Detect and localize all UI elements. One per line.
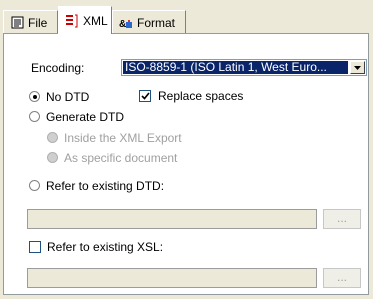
checkmark-icon xyxy=(140,92,150,100)
tab-xml[interactable]: XML xyxy=(58,6,112,34)
chevron-down-icon[interactable] xyxy=(350,61,365,74)
encoding-select[interactable]: ISO-8859-1 (ISO Latin 1, West Euro... xyxy=(121,59,367,76)
as-specific-radio[interactable] xyxy=(47,152,58,163)
generate-dtd-label: Generate DTD xyxy=(46,110,125,124)
inside-export-label: Inside the XML Export xyxy=(64,131,182,145)
refer-dtd-radio[interactable] xyxy=(29,180,40,191)
refer-xsl-label: Refer to existing XSL: xyxy=(47,240,164,254)
xml-settings-panel: Encoding: ISO-8859-1 (ISO Latin 1, West … xyxy=(3,33,369,295)
tab-file[interactable]: File xyxy=(3,10,58,34)
tab-xml-label: XML xyxy=(83,13,108,28)
generate-dtd-radio[interactable] xyxy=(29,111,40,122)
xml-icon xyxy=(65,14,79,28)
no-dtd-radio[interactable] xyxy=(29,91,40,102)
tab-format-label: Format xyxy=(137,15,176,30)
dtd-browse-button[interactable]: ... xyxy=(323,209,361,229)
replace-spaces-checkbox[interactable] xyxy=(139,90,151,102)
encoding-label: Encoding: xyxy=(31,61,85,75)
replace-spaces-label: Replace spaces xyxy=(158,89,244,103)
encoding-value: ISO-8859-1 (ISO Latin 1, West Euro... xyxy=(123,61,348,74)
document-icon xyxy=(10,16,24,30)
dtd-path-input[interactable] xyxy=(27,209,317,229)
no-dtd-label: No DTD xyxy=(46,90,90,104)
refer-xsl-checkbox[interactable] xyxy=(29,241,41,253)
inside-export-radio[interactable] xyxy=(47,132,58,143)
refer-dtd-label: Refer to existing DTD: xyxy=(46,179,165,193)
svg-text:&: & xyxy=(119,19,126,30)
format-icon: & xyxy=(119,16,133,30)
xsl-browse-button[interactable]: ... xyxy=(323,268,361,288)
tab-file-label: File xyxy=(28,15,48,30)
as-specific-label: As specific document xyxy=(64,151,178,165)
tab-format[interactable]: & Format xyxy=(112,10,186,34)
xsl-path-input[interactable] xyxy=(27,268,317,288)
